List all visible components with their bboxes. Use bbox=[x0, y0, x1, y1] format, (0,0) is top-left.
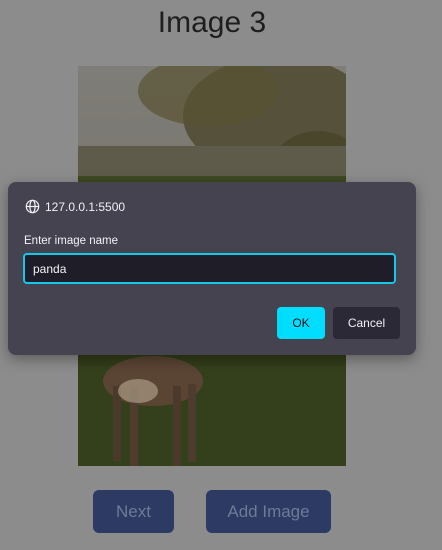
globe-icon bbox=[25, 199, 40, 214]
next-button[interactable]: Next bbox=[93, 490, 174, 533]
prompt-label: Enter image name bbox=[24, 235, 118, 247]
dialog-origin: 127.0.0.1:5500 bbox=[25, 199, 125, 214]
add-image-button[interactable]: Add Image bbox=[206, 490, 331, 533]
dialog-origin-text: 127.0.0.1:5500 bbox=[45, 199, 126, 214]
cancel-button[interactable]: Cancel bbox=[333, 307, 400, 339]
prompt-dialog: 127.0.0.1:5500 Enter image name OK Cance… bbox=[8, 182, 416, 355]
ok-button[interactable]: OK bbox=[277, 307, 325, 339]
image-name-input[interactable] bbox=[23, 253, 396, 284]
page-title: Image 3 bbox=[157, 6, 267, 39]
